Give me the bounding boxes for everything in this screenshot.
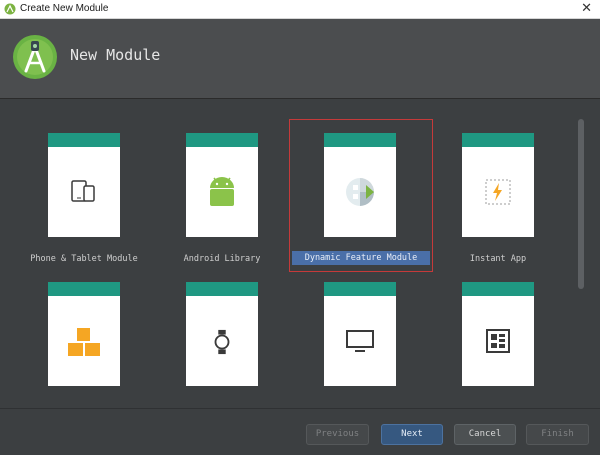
android-studio-small-icon bbox=[4, 3, 16, 15]
finish-button[interactable]: Finish bbox=[526, 424, 589, 445]
phone-tablet-icon bbox=[71, 180, 95, 202]
modules-blocks-icon bbox=[68, 328, 100, 356]
gallery-scrollbar-thumb[interactable] bbox=[578, 119, 584, 289]
card-header-band bbox=[324, 133, 396, 147]
card-header-band bbox=[324, 282, 396, 296]
cancel-button[interactable]: Cancel bbox=[454, 424, 516, 445]
instant-app-icon bbox=[485, 179, 511, 205]
window-title: Create New Module bbox=[20, 3, 109, 14]
card-header-band bbox=[48, 282, 120, 296]
watch-icon bbox=[214, 329, 230, 355]
android-studio-logo-icon bbox=[13, 35, 57, 79]
module-card-wear[interactable] bbox=[186, 282, 258, 386]
previous-button[interactable]: Previous bbox=[306, 424, 369, 445]
card-header-band bbox=[462, 282, 534, 296]
module-card-things[interactable] bbox=[462, 282, 534, 386]
module-label-phone-tablet[interactable]: Phone & Tablet Module bbox=[15, 254, 153, 264]
module-card-dynamic-feature[interactable] bbox=[324, 133, 396, 237]
module-label-instant-app[interactable]: Instant App bbox=[429, 254, 567, 264]
module-label-android-library[interactable]: Android Library bbox=[153, 254, 291, 264]
android-icon bbox=[210, 177, 234, 206]
card-header-band bbox=[186, 133, 258, 147]
things-board-icon bbox=[486, 329, 510, 353]
close-icon[interactable]: ✕ bbox=[581, 1, 592, 17]
card-header-band bbox=[48, 133, 120, 147]
module-card-instant-app[interactable] bbox=[462, 133, 534, 237]
module-card-phone-tablet[interactable] bbox=[48, 133, 120, 237]
dialog-header: New Module bbox=[0, 19, 600, 99]
module-label-dynamic-feature[interactable]: Dynamic Feature Module bbox=[292, 251, 430, 265]
window-title-bar: Create New Module ✕ bbox=[0, 0, 600, 19]
dynamic-feature-icon bbox=[346, 178, 374, 206]
page-title: New Module bbox=[70, 46, 161, 64]
card-header-band bbox=[186, 282, 258, 296]
module-card-tv[interactable] bbox=[324, 282, 396, 386]
card-header-band bbox=[462, 133, 534, 147]
next-button[interactable]: Next bbox=[381, 424, 443, 445]
module-card-android-library[interactable] bbox=[186, 133, 258, 237]
module-card-modules[interactable] bbox=[48, 282, 120, 386]
tv-icon bbox=[346, 330, 374, 352]
